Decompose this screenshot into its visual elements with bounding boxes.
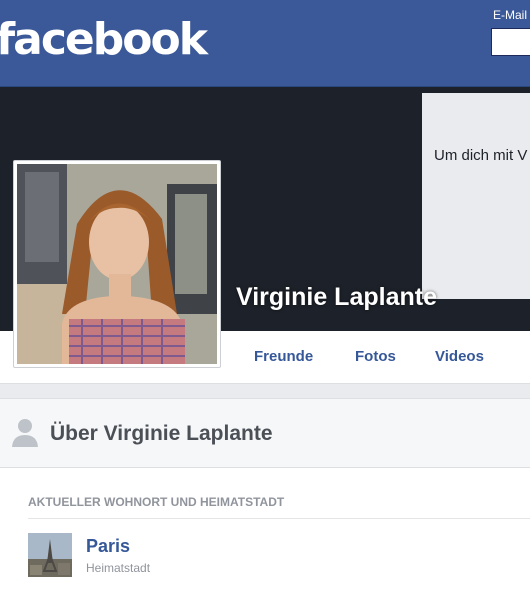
tab-videos[interactable]: Videos bbox=[435, 348, 484, 365]
about-title: Über Virginie Laplante bbox=[50, 422, 273, 445]
profile-picture-frame[interactable] bbox=[13, 160, 221, 368]
city-link[interactable]: Paris bbox=[86, 536, 130, 557]
email-label: E-Mail bbox=[493, 8, 528, 22]
divider bbox=[28, 518, 530, 519]
about-header: Über Virginie Laplante bbox=[0, 399, 530, 468]
person-icon bbox=[11, 417, 39, 452]
tab-photos[interactable]: Fotos bbox=[355, 348, 396, 365]
promo-text: Um dich mit V bbox=[434, 147, 528, 164]
top-bar: facebook E-Mail bbox=[0, 0, 530, 87]
email-input[interactable] bbox=[491, 28, 530, 56]
residence-subheading: AKTUELLER WOHNORT UND HEIMATSTADT bbox=[28, 495, 285, 509]
eiffel-tower-thumbnail[interactable] bbox=[28, 533, 72, 577]
profile-name: Virginie Laplante bbox=[236, 283, 437, 311]
profile-picture[interactable] bbox=[17, 164, 217, 364]
facebook-logo[interactable]: facebook bbox=[0, 14, 208, 65]
tab-friends[interactable]: Freunde bbox=[254, 348, 313, 365]
city-type: Heimatstadt bbox=[86, 561, 151, 575]
about-section: Über Virginie Laplante AKTUELLER WOHNORT… bbox=[0, 398, 530, 609]
signup-promo-box: Um dich mit V bbox=[422, 93, 530, 299]
